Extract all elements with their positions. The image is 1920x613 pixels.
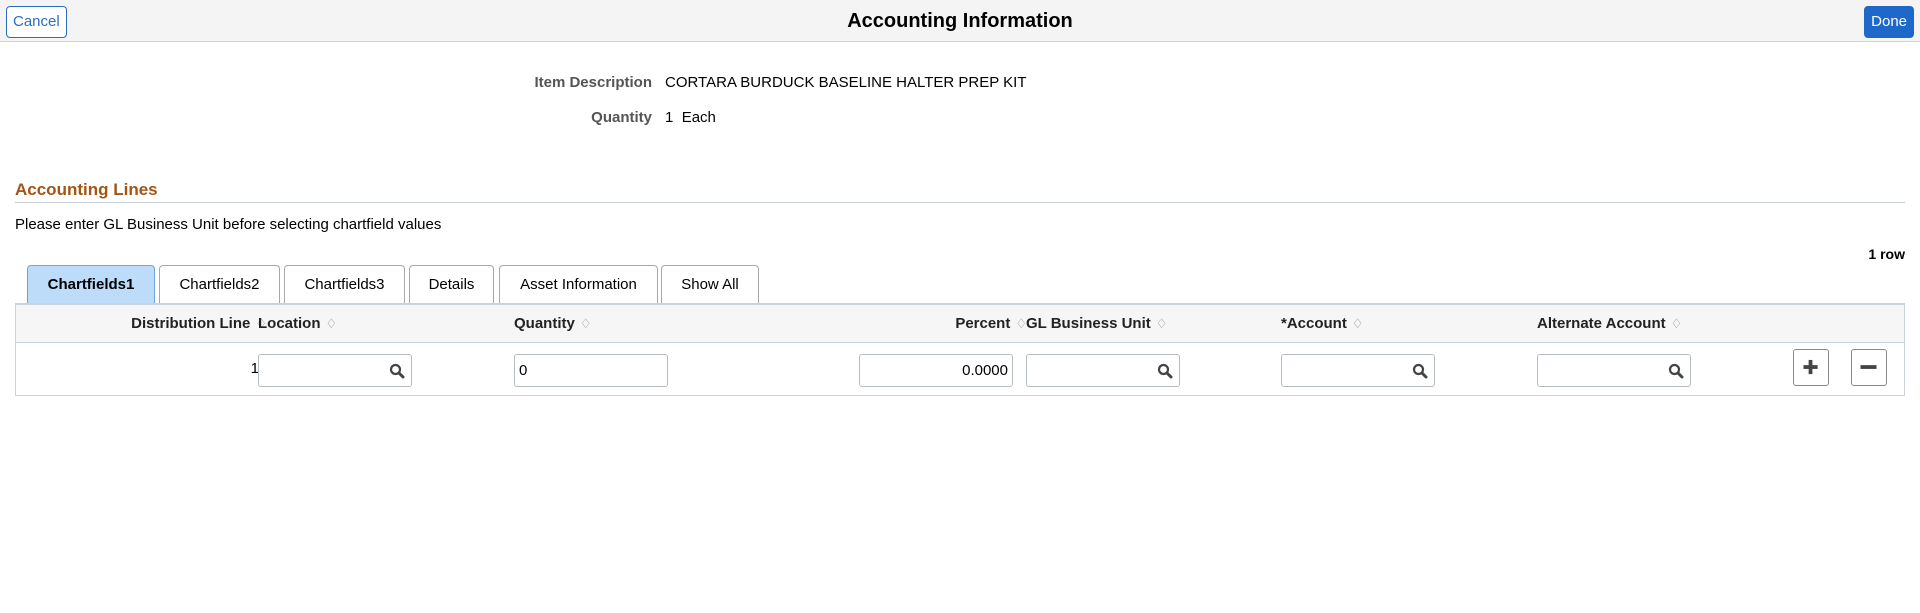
section-divider [15,202,1905,203]
grid-header: Distribution Line ♢ Location ♢ Quantity ♢ P… [16,305,1904,343]
sort-updown-icon: ♢ [325,316,338,331]
column-label: Quantity [514,315,575,332]
sort-updown-icon: ♢ [1351,316,1364,331]
page-title: Accounting Information [847,10,1073,32]
section-title: Accounting Lines [15,180,158,199]
sort-updown-icon: ♢ [579,316,592,331]
search-icon[interactable] [1668,363,1684,379]
column-label: GL Business Unit [1026,315,1151,332]
plus-icon [1803,359,1818,375]
sort-updown-icon: ♢ [1670,316,1683,331]
tab-details[interactable]: Details [409,265,494,304]
column-header-location[interactable]: Location ♢ [258,305,337,343]
tab-show-all[interactable]: Show All [661,265,759,304]
location-input[interactable] [258,354,412,387]
add-row-button[interactable] [1793,349,1829,386]
column-label: Alternate Account [1537,315,1666,332]
quantity-number: 1 [665,109,674,126]
item-description-value: CORTARA BURDUCK BASELINE HALTER PREP KIT [665,74,1027,91]
column-label: Location [258,315,321,332]
tab-chartfields1[interactable]: Chartfields1 [27,265,155,304]
column-header-percent[interactable]: Percent ♢ [955,305,1027,343]
row-count: 1 row [1868,246,1905,262]
quantity-uom: Each [681,109,716,126]
sort-updown-icon: ♢ [1155,316,1168,331]
column-header-quantity[interactable]: Quantity ♢ [514,305,592,343]
column-label: *Account [1281,315,1347,332]
alternate-account-input[interactable] [1537,354,1691,387]
column-header-account[interactable]: *Account ♢ [1281,305,1364,343]
quantity-input-value: 0 [519,362,528,379]
instruction-text: Please enter GL Business Unit before sel… [15,216,442,233]
delete-row-button[interactable] [1851,349,1887,386]
column-header-gl-business-unit[interactable]: GL Business Unit ♢ [1026,305,1167,343]
tab-asset-information[interactable]: Asset Information [499,265,658,304]
quantity-value: 1 Each [665,109,716,126]
minus-icon [1860,365,1877,369]
accounting-lines-grid: Distribution Line ♢ Location ♢ Quantity ♢ P… [15,303,1905,396]
column-header-distribution-line[interactable]: Distribution Line ♢ [131,305,267,343]
quantity-label: Quantity [591,109,652,126]
search-icon[interactable] [389,363,405,379]
cancel-button[interactable]: Cancel [6,6,67,38]
column-label: Percent [955,315,1011,332]
column-label: Distribution Line [131,315,251,332]
search-icon[interactable] [1412,363,1428,379]
tab-chartfields2[interactable]: Chartfields2 [159,265,280,304]
gl-business-unit-input[interactable] [1026,354,1180,387]
search-icon[interactable] [1157,363,1173,379]
item-description-label: Item Description [534,74,652,91]
header-bar: Accounting Information Cancel Done [0,0,1920,42]
done-button[interactable]: Done [1864,6,1914,38]
percent-input[interactable]: 0.0000 [859,354,1013,387]
quantity-input[interactable]: 0 [514,354,668,387]
column-header-alternate-account[interactable]: Alternate Account ♢ [1537,305,1682,343]
tab-chartfields3[interactable]: Chartfields3 [284,265,405,304]
percent-value: 0.0000 [962,362,1008,379]
account-input[interactable] [1281,354,1435,387]
